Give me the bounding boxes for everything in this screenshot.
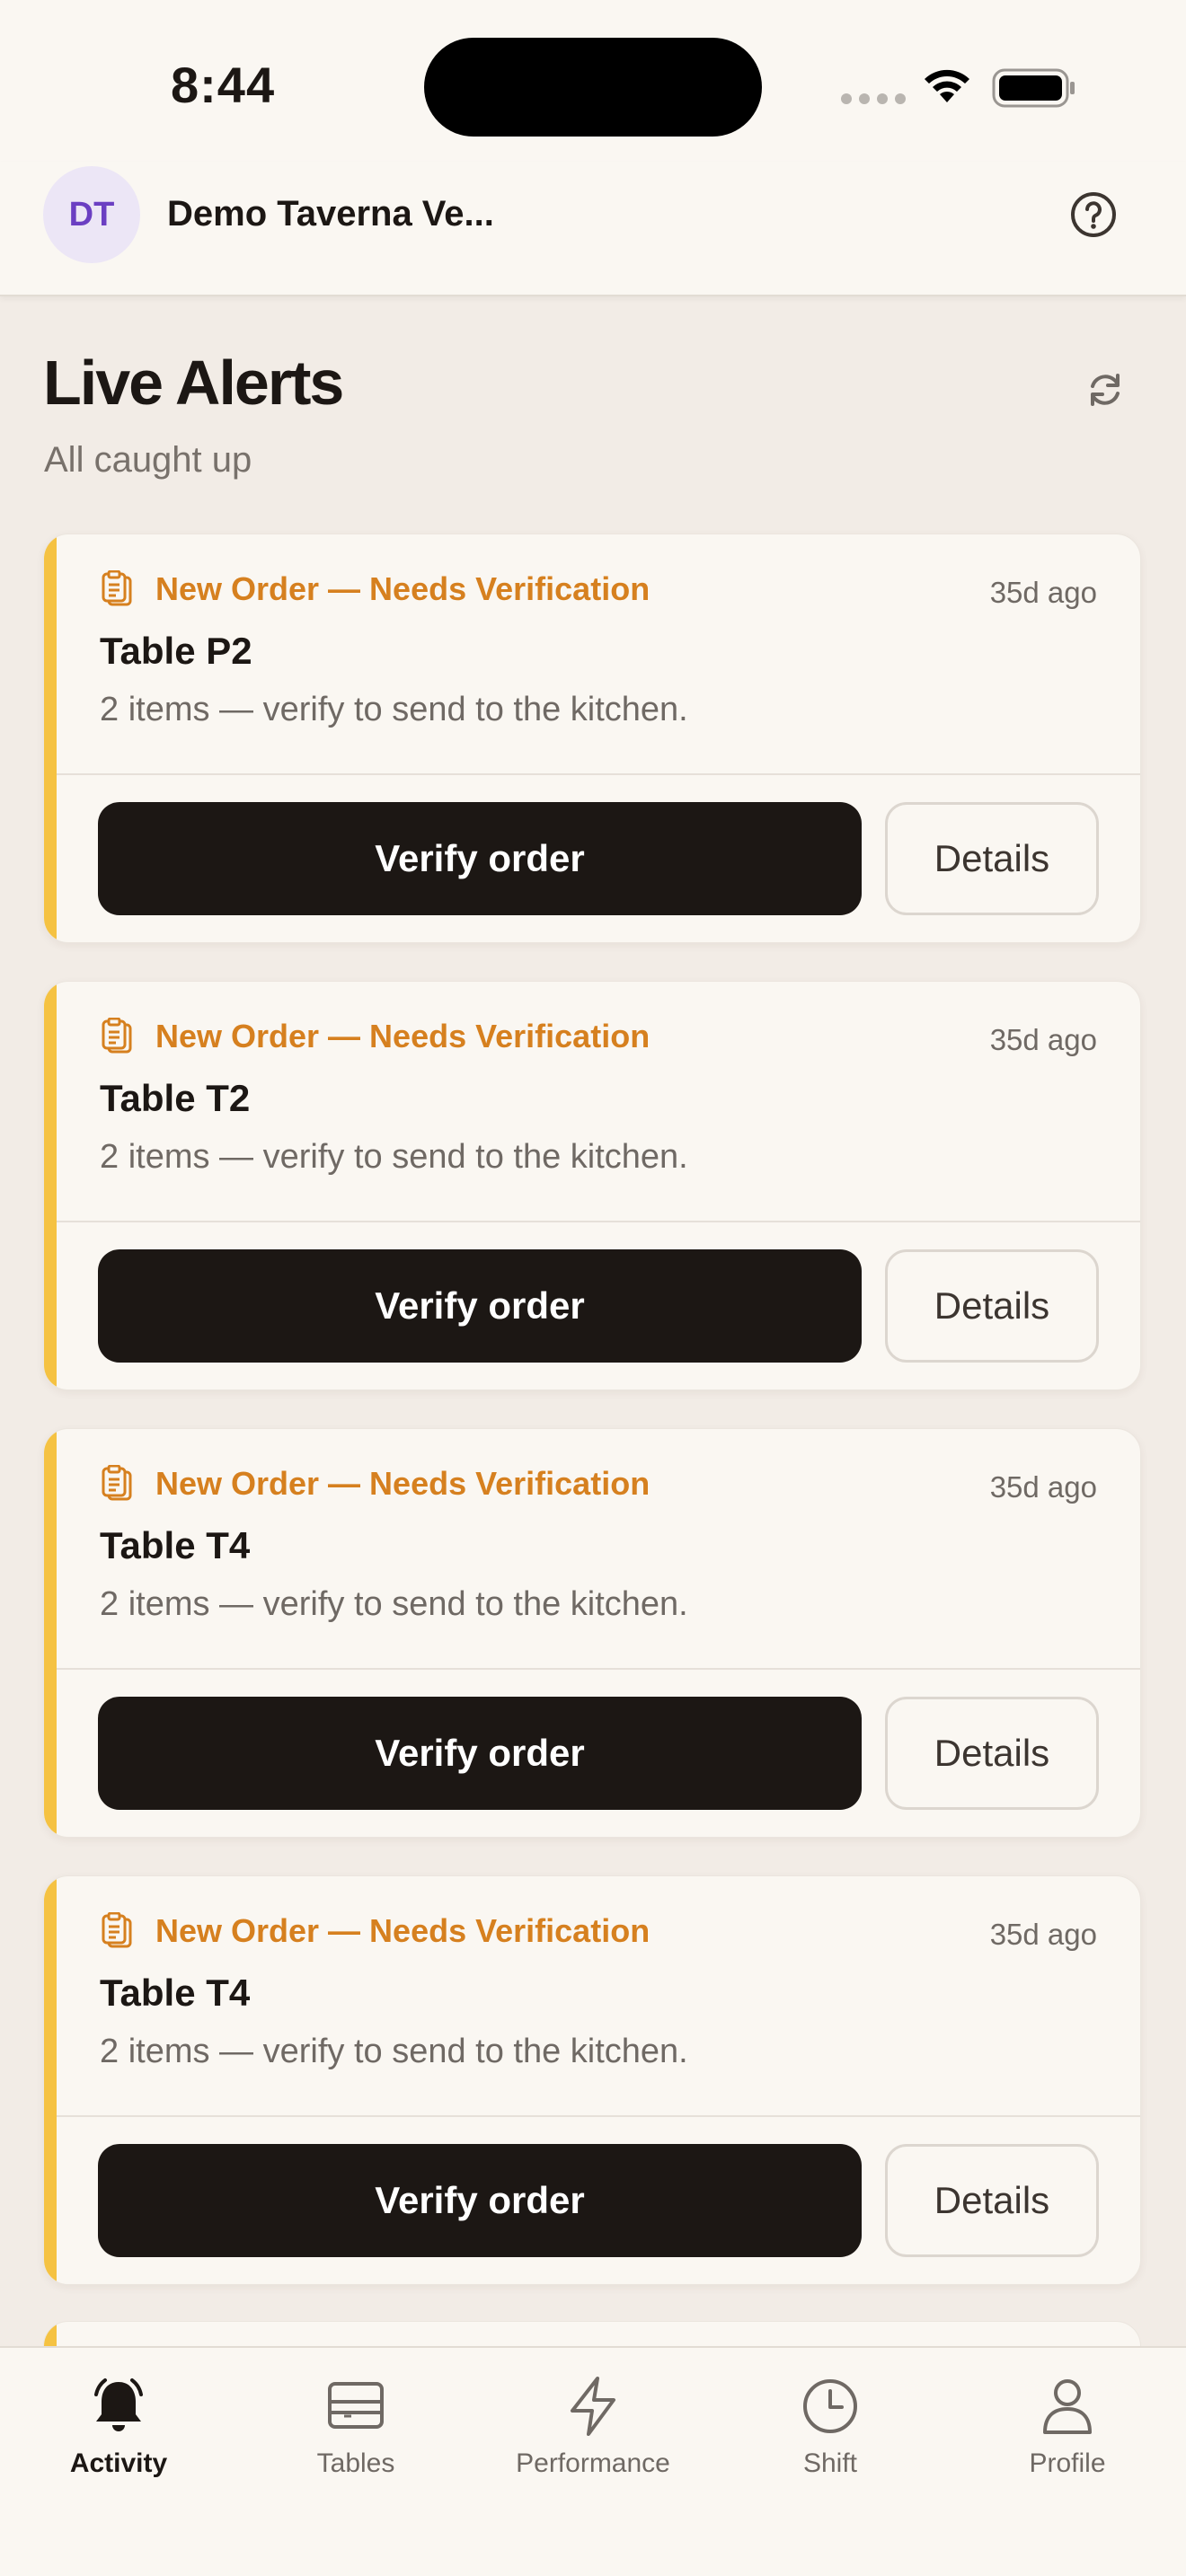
alert-type: New Order — Needs Verification	[155, 570, 651, 607]
divider	[57, 773, 1140, 775]
clipboard-icon	[102, 1018, 132, 1054]
alert-time: 35d ago	[989, 576, 1097, 609]
alert-type-row: New Order — Needs Verification	[100, 1018, 650, 1055]
details-button[interactable]: Details	[885, 1249, 1099, 1363]
verify-order-button[interactable]: Verify order	[98, 1697, 862, 1810]
alert-type: New Order — Needs Verification	[155, 1018, 651, 1054]
alert-table: Table T2	[100, 1077, 251, 1119]
status-bar: 8:44	[0, 0, 1186, 162]
divider	[57, 2115, 1140, 2117]
tab-label: Performance	[516, 2448, 670, 2478]
refresh-icon[interactable]	[1082, 366, 1128, 413]
screen: 8:44 DT Demo Taverna Ve... Live Alerts A…	[0, 0, 1186, 2576]
alert-priority-stripe	[44, 534, 57, 942]
verify-order-button[interactable]: Verify order	[98, 802, 862, 915]
alert-description: 2 items — verify to send to the kitchen.	[100, 2033, 688, 2070]
alert-priority-stripe	[44, 982, 57, 1389]
tab-label: Activity	[69, 2448, 168, 2478]
alert-time: 35d ago	[989, 1470, 1097, 1504]
alert-type-row: New Order — Needs Verification	[100, 1912, 650, 1950]
details-button[interactable]: Details	[885, 1697, 1099, 1810]
venue-avatar[interactable]: DT	[43, 166, 140, 263]
divider	[57, 1668, 1140, 1670]
verify-order-button[interactable]: Verify order	[98, 2144, 862, 2257]
alert-type-row: New Order — Needs Verification	[100, 570, 650, 608]
tab-shift[interactable]: Shift	[722, 2375, 938, 2479]
alert-type: New Order — Needs Verification	[155, 1465, 651, 1502]
cellular-signal-icon	[841, 93, 906, 104]
clipboard-icon	[102, 1912, 132, 1948]
venue-name[interactable]: Demo Taverna Ve...	[167, 194, 494, 234]
clipboard-icon	[102, 570, 132, 606]
divider	[57, 1221, 1140, 1222]
tab-label: Tables	[316, 2448, 395, 2478]
alert-card[interactable]: New Order — Needs Verification 35d ago T…	[43, 534, 1141, 943]
clock-icon	[803, 2379, 857, 2433]
details-button[interactable]: Details	[885, 802, 1099, 915]
alert-table: Table T4	[100, 1524, 251, 1566]
alert-table: Table P2	[100, 630, 252, 672]
alert-type-row: New Order — Needs Verification	[100, 1465, 650, 1503]
alert-time: 35d ago	[989, 1918, 1097, 1951]
app-header: DT Demo Taverna Ve...	[0, 162, 1186, 296]
alert-table: Table T4	[100, 1972, 251, 2014]
alert-card[interactable]: New Order — Needs Verification 35d ago T…	[43, 981, 1141, 1390]
alert-priority-stripe	[44, 1429, 57, 1837]
alert-time: 35d ago	[989, 1023, 1097, 1056]
page-title: Live Alerts	[43, 348, 344, 418]
status-time: 8:44	[171, 57, 276, 113]
verify-order-button[interactable]: Verify order	[98, 1249, 862, 1363]
bottom-tab-bar: Activity Tables Performance Shift Profil…	[0, 2346, 1186, 2576]
alert-description: 2 items — verify to send to the kitchen.	[100, 691, 688, 728]
alert-description: 2 items — verify to send to the kitchen.	[100, 1585, 688, 1623]
alert-card[interactable]: New Order — Needs Verification 35d ago T…	[43, 1875, 1141, 2285]
tab-profile[interactable]: Profile	[960, 2375, 1175, 2479]
alert-description: 2 items — verify to send to the kitchen.	[100, 1138, 688, 1176]
alert-type: New Order — Needs Verification	[155, 1912, 651, 1949]
alerts-list: New Order — Needs Verification 35d ago T…	[43, 534, 1141, 2323]
dynamic-island	[424, 38, 762, 137]
tables-icon	[328, 2382, 384, 2429]
tab-tables[interactable]: Tables	[248, 2375, 464, 2479]
tab-label: Profile	[1029, 2448, 1106, 2478]
person-icon	[1043, 2379, 1092, 2434]
alert-card[interactable]: New Order — Needs Verification 35d ago T…	[43, 1428, 1141, 1838]
page-subtitle: All caught up	[44, 440, 252, 480]
help-icon[interactable]	[1069, 190, 1118, 239]
bell-icon	[94, 2378, 143, 2431]
tab-label: Shift	[802, 2448, 858, 2478]
alert-priority-stripe	[44, 1876, 57, 2284]
tab-performance[interactable]: Performance	[485, 2375, 701, 2479]
wifi-icon	[925, 69, 969, 102]
battery-icon	[992, 68, 1075, 108]
details-button[interactable]: Details	[885, 2144, 1099, 2257]
tab-activity[interactable]: Activity	[11, 2375, 226, 2479]
clipboard-icon	[102, 1465, 132, 1501]
lightning-icon	[571, 2377, 615, 2436]
